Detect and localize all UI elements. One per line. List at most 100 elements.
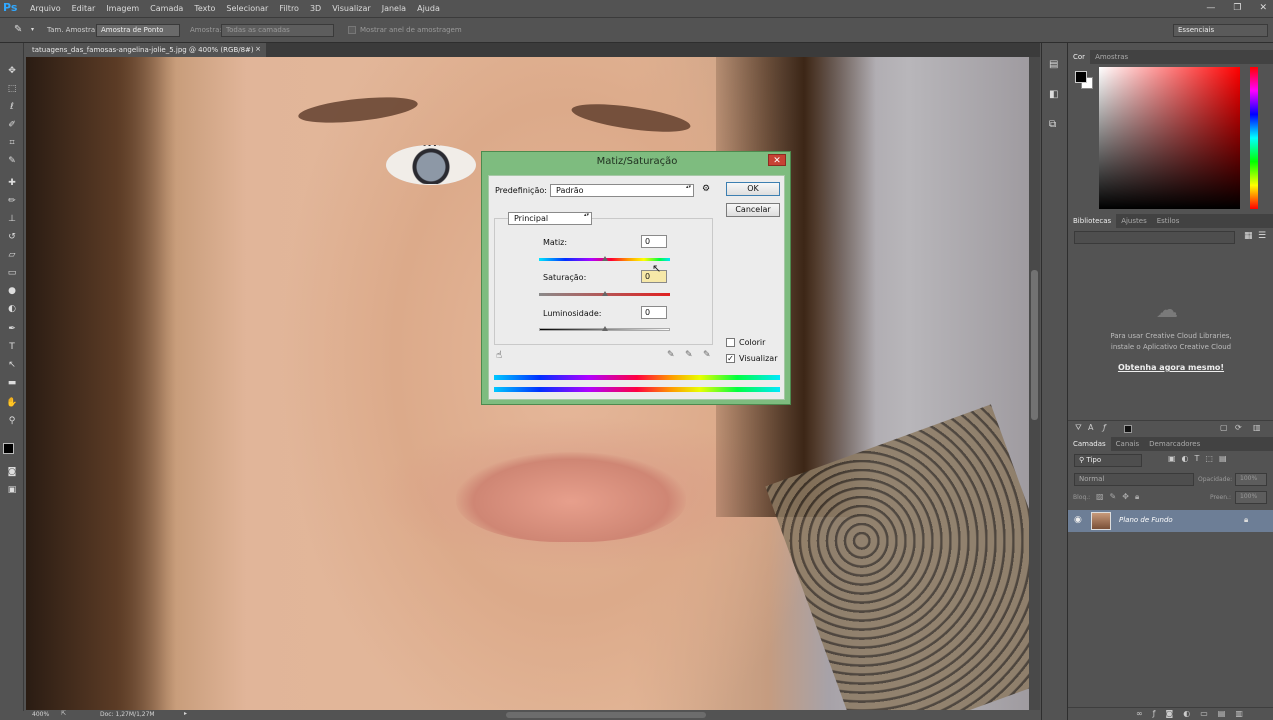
tab-canais[interactable]: Canais xyxy=(1111,437,1145,451)
dodge-tool-icon[interactable]: ◐ xyxy=(6,304,18,314)
hue-slider[interactable] xyxy=(1250,67,1258,209)
layer-filter-select[interactable]: ⚲ Tipo xyxy=(1074,454,1142,467)
preset-select[interactable]: Padrão xyxy=(550,184,694,197)
eyedropper-tool-icon[interactable]: ✎ xyxy=(14,24,22,35)
horizontal-scroll-thumb[interactable] xyxy=(506,712,706,718)
get-it-now-link[interactable]: Obtenha agora mesmo! xyxy=(1068,363,1273,372)
zoom-level[interactable]: 400% xyxy=(32,711,49,718)
document-tab[interactable]: tatuagens_das_famosas-angelina-jolie_5.j… xyxy=(26,43,266,57)
cancel-button[interactable]: Cancelar xyxy=(726,203,780,217)
eyedropper-icon[interactable]: ✎ xyxy=(6,156,18,166)
sync-icon[interactable]: ⟳ xyxy=(1235,423,1242,432)
minimize-icon[interactable]: — xyxy=(1206,3,1215,13)
dialog-close-button[interactable]: ✕ xyxy=(768,154,786,166)
dialog-title[interactable]: Matiz/Saturação xyxy=(482,152,792,172)
maximize-icon[interactable]: ❐ xyxy=(1233,3,1241,13)
lasso-tool-icon[interactable]: ℓ xyxy=(6,102,18,112)
menu-camada[interactable]: Camada xyxy=(150,4,183,13)
shape-tool-icon[interactable]: ▬ xyxy=(6,378,18,388)
grid-view-icon[interactable]: ▦ xyxy=(1244,231,1253,241)
move-tool-icon[interactable]: ✥ xyxy=(6,66,18,76)
history-panel-icon[interactable]: ▤ xyxy=(1049,59,1058,70)
properties-panel-icon[interactable]: ◧ xyxy=(1049,89,1058,100)
eyedropper-subtract-icon[interactable]: ✎ xyxy=(703,350,711,360)
eyedropper-add-icon[interactable]: ✎ xyxy=(685,350,693,360)
status-menu-arrow-icon[interactable]: ▸ xyxy=(184,710,187,717)
add-character-style-icon[interactable]: A xyxy=(1088,423,1093,432)
add-fill-color-icon[interactable] xyxy=(1124,425,1132,433)
hand-tool-icon[interactable]: ✋ xyxy=(6,398,18,408)
tab-amostras[interactable]: Amostras xyxy=(1090,50,1133,64)
screen-mode-icon[interactable]: ▣ xyxy=(6,485,18,495)
tab-demarcadores[interactable]: Demarcadores xyxy=(1144,437,1205,451)
saturation-slider-thumb[interactable] xyxy=(601,291,608,296)
sampling-ring-checkbox[interactable] xyxy=(348,26,356,34)
zoom-tool-icon[interactable]: ⚲ xyxy=(6,416,18,426)
delete-library-icon[interactable]: ▥ xyxy=(1253,423,1261,432)
history-brush-icon[interactable]: ↺ xyxy=(6,232,18,242)
stock-icon[interactable]: ▢ xyxy=(1220,423,1228,432)
menu-editar[interactable]: Editar xyxy=(72,4,96,13)
character-panel-icon[interactable]: ⧉ xyxy=(1049,119,1056,130)
menu-arquivo[interactable]: Arquivo xyxy=(30,4,61,13)
visibility-eye-icon[interactable]: ◉ xyxy=(1074,515,1082,525)
lightness-input[interactable]: 0 xyxy=(641,306,667,319)
blur-tool-icon[interactable]: ● xyxy=(6,286,18,296)
add-layer-style-icon[interactable]: ƒ xyxy=(1103,423,1106,432)
eyedropper-sample-icon[interactable]: ✎ xyxy=(667,350,675,360)
channel-select[interactable]: Principal xyxy=(508,212,592,225)
sample-size-select[interactable]: Amostra de Ponto xyxy=(96,24,180,37)
marquee-tool-icon[interactable]: ⬚ xyxy=(6,84,18,94)
menu-imagem[interactable]: Imagem xyxy=(106,4,139,13)
tab-ajustes[interactable]: Ajustes xyxy=(1116,214,1152,228)
blend-mode-select[interactable]: Normal xyxy=(1074,473,1194,486)
gradient-tool-icon[interactable]: ▭ xyxy=(6,268,18,278)
hue-slider-thumb[interactable] xyxy=(601,256,608,261)
color-field[interactable] xyxy=(1099,67,1240,209)
stamp-tool-icon[interactable]: ⊥ xyxy=(6,214,18,224)
menu-3d[interactable]: 3D xyxy=(310,4,321,13)
lock-icons[interactable]: ▨✎✥🔒︎ xyxy=(1096,492,1145,502)
tab-cor[interactable]: Cor xyxy=(1068,50,1091,64)
workspace-select[interactable]: Essenciais xyxy=(1173,24,1268,37)
tab-bibliotecas[interactable]: Bibliotecas xyxy=(1068,214,1117,228)
lightness-slider-thumb[interactable] xyxy=(601,326,608,331)
layer-name[interactable]: Plano de Fundo xyxy=(1119,516,1173,524)
menu-texto[interactable]: Texto xyxy=(194,4,215,13)
close-tab-icon[interactable]: × xyxy=(255,45,261,53)
pen-tool-icon[interactable]: ✒ xyxy=(6,324,18,334)
menu-selecionar[interactable]: Selecionar xyxy=(226,4,268,13)
layer-row[interactable]: ◉ Plano de Fundo 🔒︎ xyxy=(1068,510,1273,532)
opacity-input[interactable]: 100% xyxy=(1235,473,1267,486)
healing-tool-icon[interactable]: ✚ xyxy=(6,178,18,188)
panel-foreground-swatch[interactable] xyxy=(1075,71,1087,83)
path-select-tool-icon[interactable]: ↖ xyxy=(6,360,18,370)
preset-options-gear-icon[interactable]: ⚙ xyxy=(702,184,710,194)
menu-filtro[interactable]: Filtro xyxy=(279,4,299,13)
close-window-icon[interactable]: ✕ xyxy=(1259,3,1267,13)
tab-estilos[interactable]: Estilos xyxy=(1152,214,1185,228)
menu-visualizar[interactable]: Visualizar xyxy=(332,4,371,13)
fill-input[interactable]: 100% xyxy=(1235,491,1267,504)
brush-tool-icon[interactable]: ✏ xyxy=(6,196,18,206)
export-icon[interactable]: ⇱ xyxy=(61,710,66,717)
preview-checkbox[interactable]: ✓ xyxy=(726,354,735,363)
list-view-icon[interactable]: ☰ xyxy=(1258,231,1266,241)
layer-filter-icons[interactable]: ▣◐T⬚▤ xyxy=(1168,454,1233,463)
sample-select[interactable]: Todas as camadas xyxy=(221,24,334,37)
quick-mask-icon[interactable]: ◙ xyxy=(6,467,18,477)
vertical-scroll-thumb[interactable] xyxy=(1031,270,1038,420)
layer-footer-icons[interactable]: ∞ƒ◙◐▭▤▥ xyxy=(1136,709,1253,718)
colorize-checkbox[interactable] xyxy=(726,338,735,347)
targeted-adjustment-hand-icon[interactable]: ☝ xyxy=(496,350,502,361)
library-select[interactable] xyxy=(1074,231,1235,244)
menu-ajuda[interactable]: Ajuda xyxy=(417,4,440,13)
menu-janela[interactable]: Janela xyxy=(382,4,406,13)
ok-button[interactable]: OK xyxy=(726,182,780,196)
tab-camadas[interactable]: Camadas xyxy=(1068,437,1111,451)
hue-input[interactable]: 0 xyxy=(641,235,667,248)
foreground-color-swatch[interactable] xyxy=(3,443,14,454)
type-tool-icon[interactable]: T xyxy=(6,342,18,352)
eraser-tool-icon[interactable]: ▱ xyxy=(6,250,18,260)
quick-select-tool-icon[interactable]: ✐ xyxy=(6,120,18,130)
